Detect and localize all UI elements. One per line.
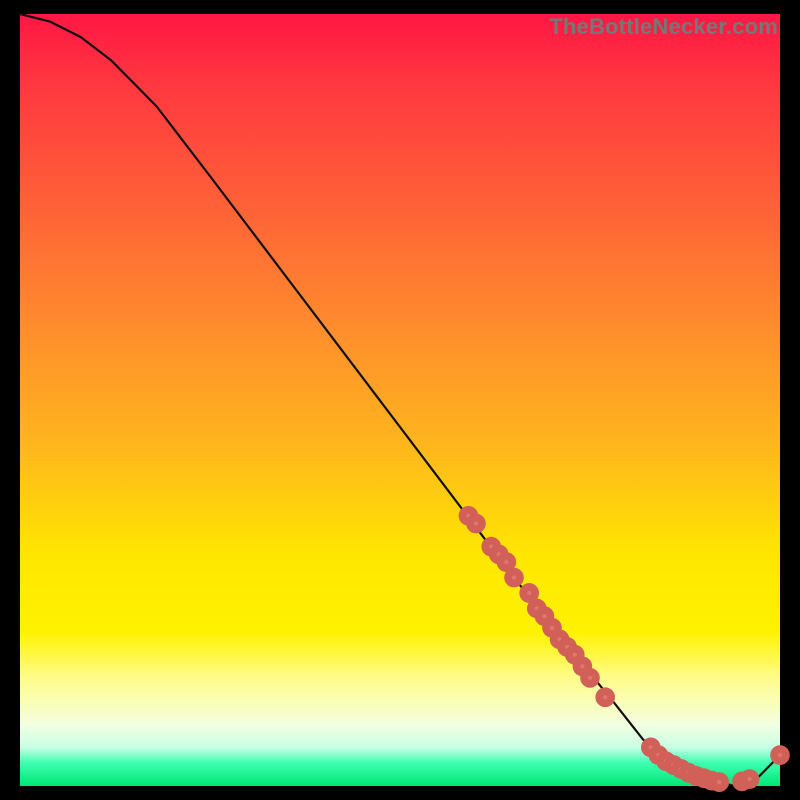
data-point [500,556,512,568]
data-point [744,773,756,785]
data-point [508,572,520,584]
data-point [713,776,725,788]
data-point [470,518,482,530]
data-points-group [462,510,786,788]
chart-overlay [20,14,780,786]
data-point [774,749,786,761]
data-point [599,691,611,703]
data-point [584,672,596,684]
data-point [523,587,535,599]
bottleneck-curve [20,14,780,786]
